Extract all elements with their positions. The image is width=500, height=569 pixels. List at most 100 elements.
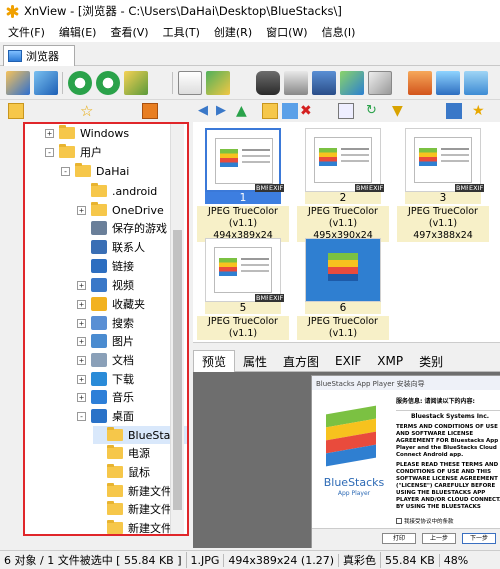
thumbnail-image[interactable] — [205, 128, 281, 192]
menu-edit[interactable]: 编辑(E) — [59, 24, 97, 40]
export-icon[interactable] — [206, 71, 230, 95]
tree-item[interactable]: 保存的游戏 — [77, 219, 167, 237]
expand-icon[interactable]: + — [45, 128, 54, 138]
thumbnail-item[interactable]: BMP EXIF 5 JPEG TrueColor (v1.1) — [197, 234, 289, 344]
thumbnail-item[interactable]: BMP EXIF 3 JPEG TrueColor (v1.1) 497x388x24 — [397, 124, 489, 242]
library-icon — [91, 353, 107, 367]
tree-item[interactable]: - 用户 — [45, 143, 102, 161]
tree-scrollbar[interactable] — [170, 124, 184, 534]
menu-info[interactable]: 信息(I) — [322, 24, 356, 40]
document-tab-row: 浏览器 — [0, 42, 500, 66]
tree-item[interactable]: 链接 — [77, 257, 134, 275]
tab-preview[interactable]: 预览 — [193, 350, 236, 372]
folders-tab-icon[interactable] — [8, 103, 24, 119]
thumbnail-image[interactable] — [305, 238, 381, 302]
tab-exif[interactable]: EXIF — [327, 350, 369, 372]
tree-item[interactable]: 新建文件 — [93, 500, 172, 518]
tree-item[interactable]: .android — [77, 182, 157, 200]
pane-splitter[interactable] — [193, 342, 500, 350]
view-mode-icon[interactable] — [338, 103, 354, 119]
tab-category[interactable]: 类别 — [411, 350, 451, 372]
expand-icon[interactable]: + — [77, 392, 86, 402]
transfer-icon[interactable] — [124, 71, 148, 95]
thumbnail-image[interactable] — [405, 128, 481, 192]
refresh-icon[interactable] — [68, 71, 92, 95]
tree-item[interactable]: 联系人 — [77, 238, 145, 256]
title-bar: XnView - [浏览器 - C:\Users\DaHai\Desktop\B… — [0, 0, 500, 22]
thumbnail-item[interactable]: 6 JPEG TrueColor (v1.1) — [297, 234, 389, 344]
tree-item[interactable]: + Windows — [45, 124, 129, 142]
expand-icon[interactable]: + — [77, 205, 86, 215]
expand-icon[interactable]: + — [77, 355, 86, 365]
menu-window[interactable]: 窗口(W) — [266, 24, 307, 40]
library-icon — [91, 278, 107, 292]
delete-icon[interactable]: ✖ — [300, 103, 316, 119]
checkbox-icon — [396, 518, 402, 524]
status-filename: 1.JPG — [187, 553, 225, 567]
favorites-tab-icon[interactable]: ☆ — [80, 103, 96, 119]
folder-icon — [107, 520, 123, 534]
slideshow-icon[interactable] — [340, 71, 364, 95]
rename-icon[interactable] — [282, 103, 298, 119]
expand-icon[interactable]: + — [77, 280, 86, 290]
batch-convert-icon[interactable] — [408, 71, 432, 95]
categories-tab-icon[interactable] — [142, 103, 158, 119]
tree-item[interactable]: + 下载 — [77, 370, 134, 388]
tree-item[interactable]: + 文档 — [77, 351, 134, 369]
expand-icon[interactable]: + — [77, 336, 86, 346]
filter-icon[interactable]: ▼ — [392, 103, 408, 119]
tab-properties[interactable]: 属性 — [235, 350, 275, 372]
tab-browser[interactable]: 浏览器 — [3, 45, 75, 66]
back-arrow-icon[interactable]: ◀ — [198, 103, 214, 119]
expand-icon[interactable]: + — [77, 318, 86, 328]
tree-item[interactable]: 新建文件 — [93, 519, 172, 534]
tree-item[interactable]: + 搜索 — [77, 314, 134, 332]
menu-view[interactable]: 查看(V) — [110, 24, 148, 40]
fullscreen-icon[interactable] — [34, 71, 58, 95]
expand-icon[interactable]: + — [77, 299, 86, 309]
expand-icon[interactable]: + — [77, 374, 86, 384]
folder-icon — [91, 183, 107, 197]
binoculars-icon[interactable] — [256, 71, 280, 95]
tab-xmp[interactable]: XMP — [369, 350, 411, 372]
new-folder-icon[interactable] — [262, 103, 278, 119]
tree-item-label: 搜索 — [112, 317, 134, 330]
rating-star-icon[interactable]: ★ — [472, 103, 488, 119]
scanner-icon[interactable] — [312, 71, 336, 95]
tree-item[interactable]: 鼠标 — [93, 463, 150, 481]
forward-arrow-icon[interactable]: ▶ — [216, 103, 232, 119]
print-icon[interactable] — [284, 71, 308, 95]
settings-icon[interactable] — [464, 71, 488, 95]
up-folder-icon[interactable]: ▲ — [236, 103, 252, 119]
thumbnail-item[interactable]: BMP EXIF 2 JPEG TrueColor (v1.1) 495x390x24 — [297, 124, 389, 242]
tree-item[interactable]: + 视频 — [77, 276, 134, 294]
preview-heading: 服务信息: 请阅读以下的内容: — [396, 398, 475, 405]
thumbnail-image[interactable] — [305, 128, 381, 192]
tree-item[interactable]: + 收藏夹 — [77, 295, 145, 313]
tree-item[interactable]: 新建文件 — [93, 482, 172, 500]
info-icon[interactable] — [178, 71, 202, 95]
sort-icon[interactable]: ↻ — [366, 103, 382, 119]
monitor-icon[interactable] — [436, 71, 460, 95]
tree-item[interactable]: - 桌面 — [77, 407, 134, 425]
folder-tree[interactable]: + Windows - 用户 - DaHai .android + OneDrive 保存的游戏联… — [23, 122, 189, 536]
menu-file[interactable]: 文件(F) — [8, 24, 45, 40]
collapse-icon[interactable]: - — [61, 166, 70, 176]
thumbnail-item[interactable]: BMP EXIF 1 JPEG TrueColor (v1.1) 494x389x24 — [197, 124, 289, 242]
thumbnail-image[interactable] — [205, 238, 281, 302]
web-page-icon[interactable] — [368, 71, 392, 95]
sync-icon[interactable] — [96, 71, 120, 95]
tree-item[interactable]: + OneDrive — [77, 201, 164, 219]
open-image-icon[interactable] — [6, 71, 30, 95]
tree-scrollbar-thumb[interactable] — [173, 230, 182, 510]
tree-item[interactable]: - DaHai — [61, 162, 129, 180]
tree-item[interactable]: 电源 — [93, 444, 150, 462]
menu-tools[interactable]: 工具(T) — [163, 24, 200, 40]
refresh-list-icon[interactable] — [446, 103, 462, 119]
tree-item[interactable]: + 音乐 — [77, 388, 134, 406]
collapse-icon[interactable]: - — [77, 411, 86, 421]
tab-histogram[interactable]: 直方图 — [275, 350, 327, 372]
collapse-icon[interactable]: - — [45, 147, 54, 157]
menu-create[interactable]: 创建(R) — [214, 24, 252, 40]
tree-item[interactable]: + 图片 — [77, 332, 134, 350]
